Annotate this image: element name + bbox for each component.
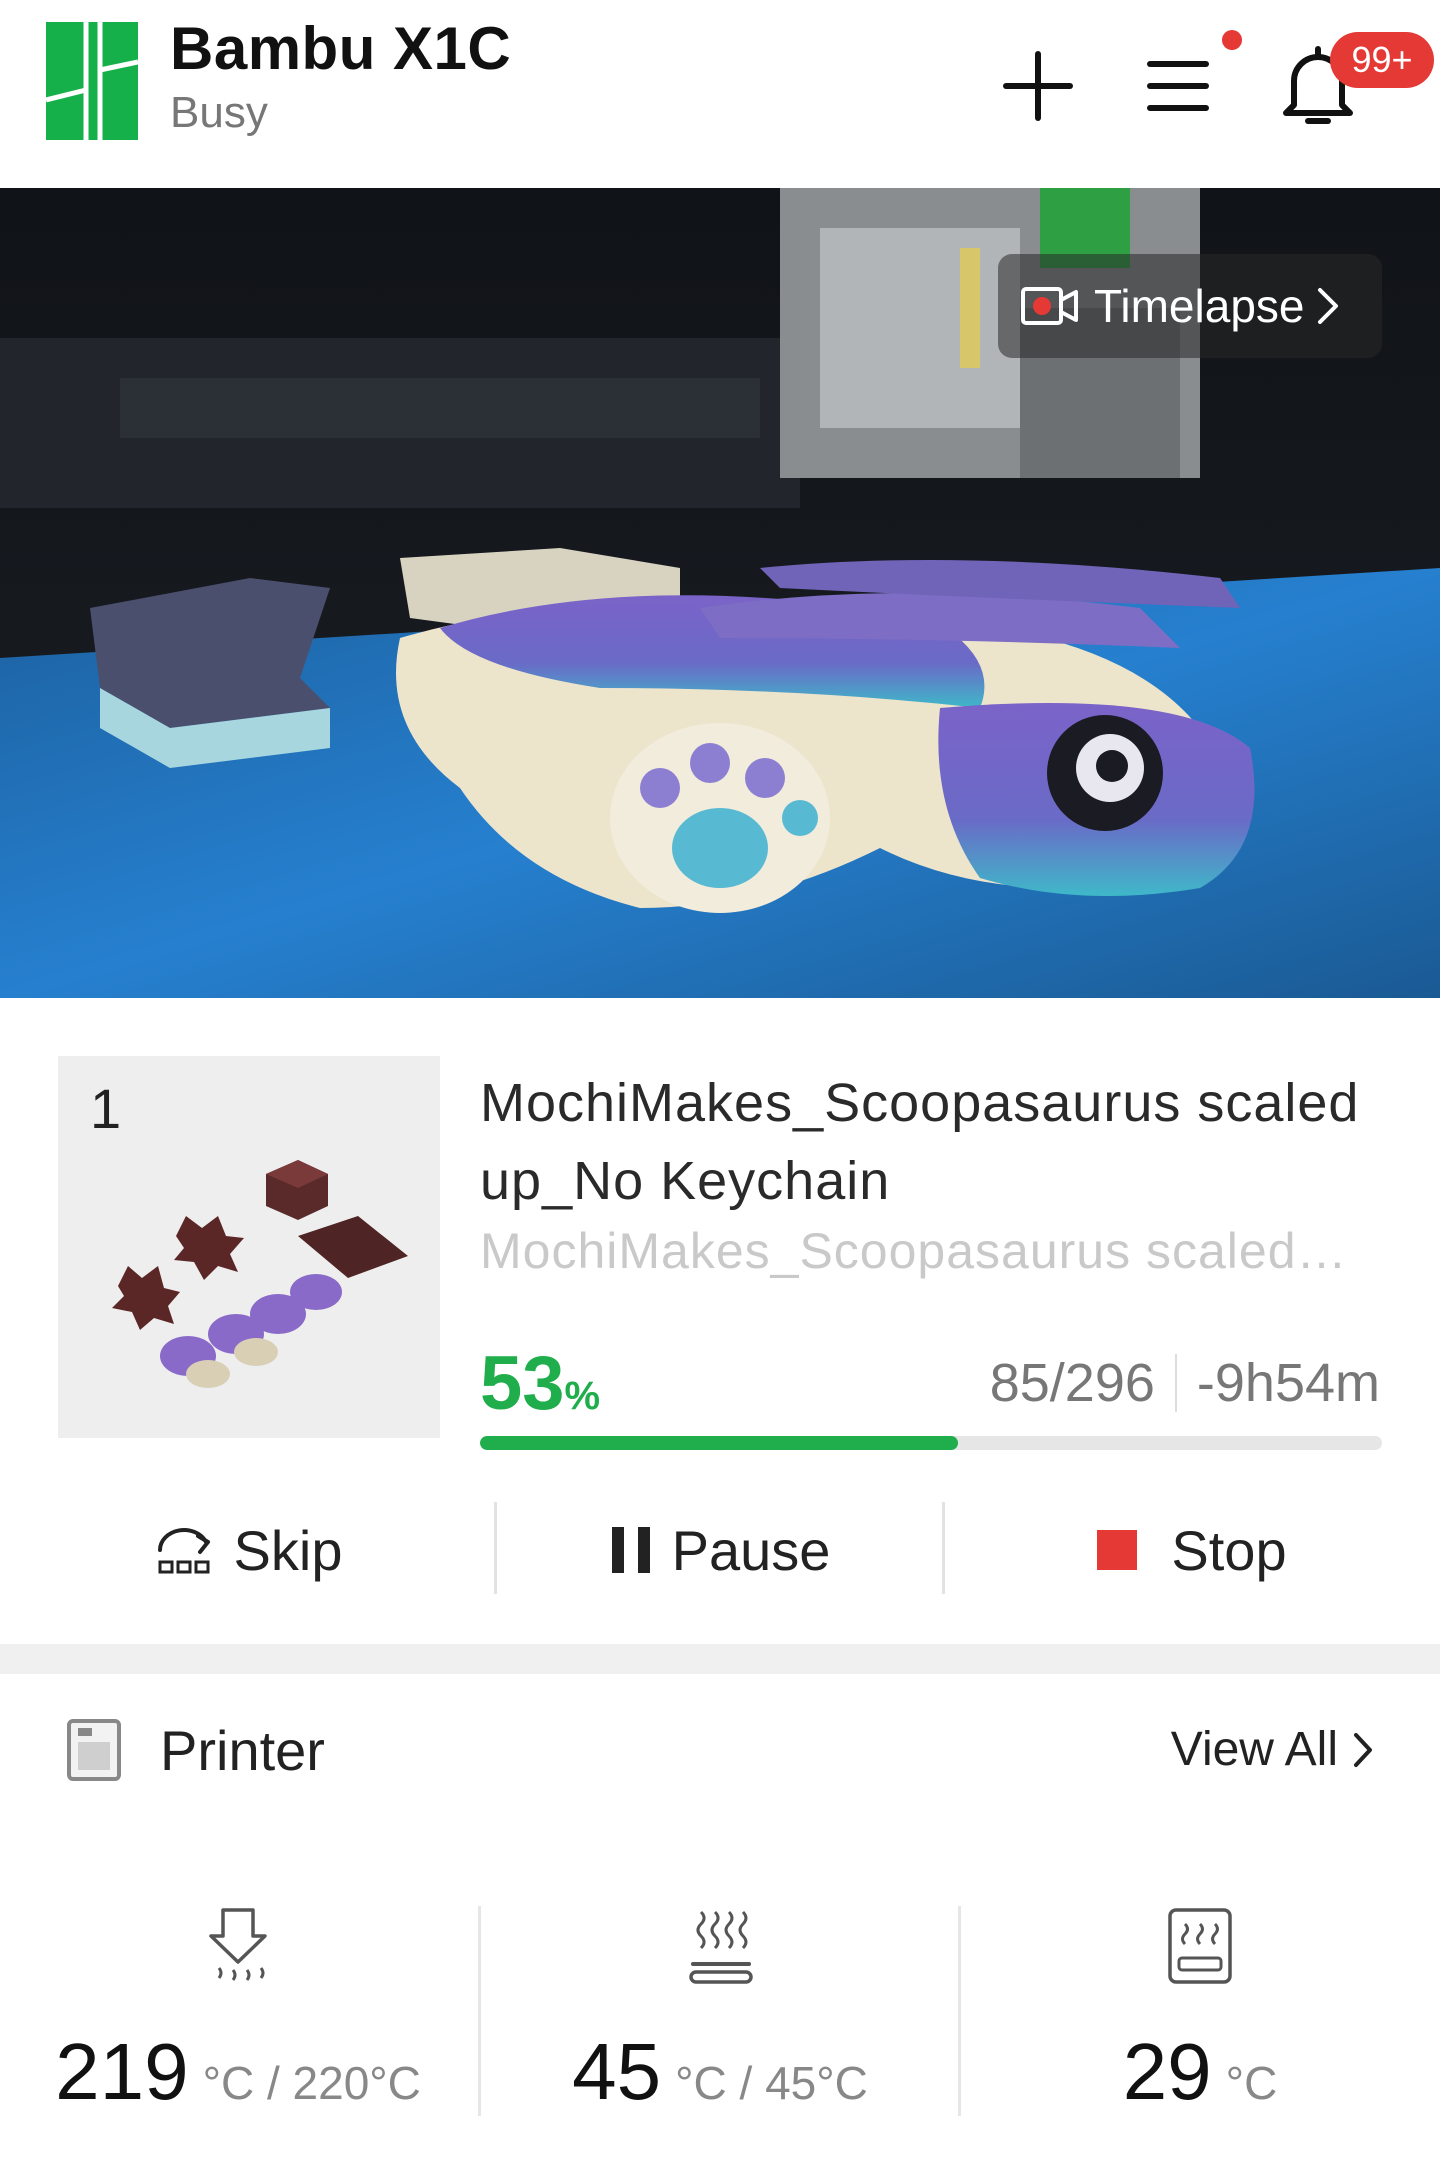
nozzle-temperature[interactable]: 219 °C / 220°C — [0, 1900, 476, 2120]
job-title: MochiMakes_Scoopasaurus scaled up_No Key… — [480, 1073, 1360, 1211]
layer-info-divider — [1174, 1354, 1177, 1412]
remaining-time: -9h54m — [1196, 1353, 1380, 1413]
progress-bar — [480, 1436, 1382, 1450]
timelapse-label: Timelapse — [1094, 280, 1305, 332]
layer-info: 85/296 -9h54m — [990, 1352, 1380, 1414]
plate-thumbnail[interactable]: 1 — [58, 1056, 440, 1438]
chevron-right-icon — [1318, 288, 1339, 324]
heatbed-temp-unit: °C / 45°C — [675, 2057, 868, 2109]
skip-button[interactable]: Skip — [0, 1500, 496, 1600]
chamber-temp-value: 29 — [1122, 2027, 1212, 2116]
progress-percentage: 53% — [480, 1340, 600, 1427]
app-header: Bambu X1C Busy 99+ — [0, 0, 1440, 188]
video-camera-icon — [1021, 287, 1078, 325]
printer-icon — [67, 1719, 121, 1781]
pause-icon — [611, 1527, 650, 1573]
printer-status: Busy — [170, 88, 268, 137]
pause-button[interactable]: Pause — [496, 1500, 944, 1600]
job-actions: Skip Pause Stop — [0, 1500, 1440, 1600]
menu-unread-dot — [1222, 30, 1242, 50]
chamber-temp-unit: °C — [1225, 2057, 1278, 2109]
nozzle-temp-value: 219 — [55, 2027, 189, 2116]
plus-icon — [1003, 51, 1073, 121]
job-subtitle: MochiMakes_Scoopasaurus scaled… — [480, 1223, 1348, 1279]
printer-section-title: Printer — [160, 1719, 325, 1782]
pause-label: Pause — [671, 1518, 831, 1582]
heatbed-temperature[interactable]: 45 °C / 45°C — [482, 1900, 958, 2120]
chamber-temperature[interactable]: 29 °C — [962, 1900, 1438, 2120]
stop-button[interactable]: Stop — [944, 1500, 1440, 1600]
menu-button[interactable] — [1130, 38, 1226, 134]
stop-icon — [1097, 1530, 1138, 1570]
add-printer-button[interactable] — [990, 38, 1086, 134]
printer-name[interactable]: Bambu X1C — [170, 14, 511, 83]
stop-label: Stop — [1171, 1518, 1287, 1582]
skip-label: Skip — [233, 1518, 343, 1582]
skip-objects-icon — [157, 1528, 210, 1574]
heatbed-temp-value: 45 — [572, 2027, 662, 2116]
heatbed-temperature-icon — [689, 1910, 753, 1984]
progress-value: 53 — [480, 1341, 565, 1426]
progress-unit: % — [564, 1374, 601, 1418]
bambu-logo — [46, 22, 138, 140]
action-divider — [494, 1502, 497, 1594]
chamber-temperature-icon — [1168, 1908, 1232, 1984]
temp-divider — [958, 1906, 961, 2116]
nozzle-temperature-icon — [209, 1908, 267, 1981]
progress-bar-fill — [480, 1436, 959, 1450]
layer-count: 85/296 — [989, 1353, 1155, 1413]
temp-divider — [478, 1906, 481, 2116]
notification-count-badge: 99+ — [1330, 32, 1434, 88]
chevron-right-icon — [1354, 1732, 1372, 1767]
action-divider — [942, 1502, 945, 1594]
menu-icon — [1147, 61, 1209, 111]
timelapse-button[interactable]: Timelapse — [998, 254, 1382, 358]
model-preview-image — [112, 1160, 408, 1388]
view-all-label: View All — [1170, 1723, 1338, 1776]
nozzle-temp-unit: °C / 220°C — [202, 2057, 421, 2109]
section-separator — [0, 1644, 1440, 1674]
view-all-button[interactable]: View All — [1171, 1722, 1374, 1777]
